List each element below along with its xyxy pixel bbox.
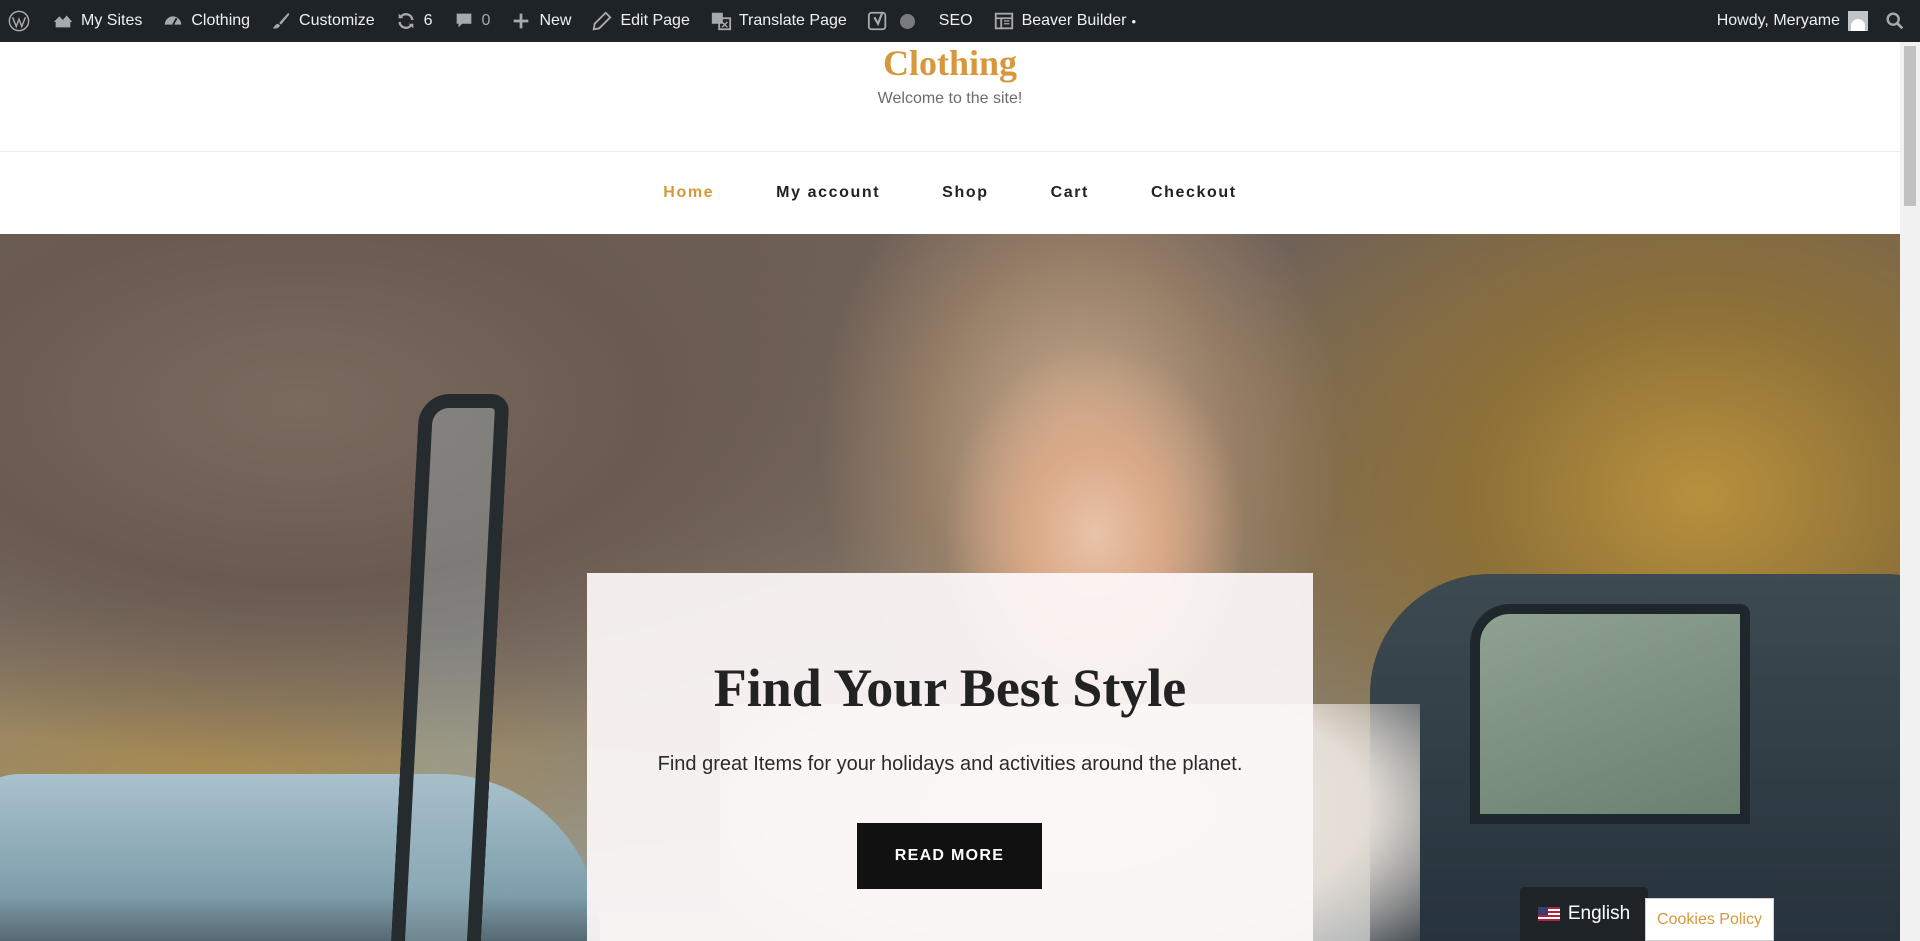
page-scrollbar[interactable]	[1900, 42, 1920, 941]
cookies-policy-link[interactable]: Cookies Policy	[1645, 898, 1774, 941]
hero-subtitle: Find great Items for your holidays and a…	[657, 753, 1243, 775]
read-more-button[interactable]: READ MORE	[857, 823, 1042, 889]
admin-search-button[interactable]	[1878, 0, 1920, 42]
updates-link[interactable]: 6	[385, 0, 443, 42]
comment-icon	[453, 10, 475, 32]
pencil-icon	[591, 10, 613, 32]
search-icon	[1884, 10, 1906, 32]
customize-link[interactable]: Customize	[260, 0, 385, 42]
comments-link[interactable]: 0	[443, 0, 501, 42]
wordpress-logo-button[interactable]	[0, 0, 42, 42]
translate-icon	[710, 10, 732, 32]
translate-page-label: Translate Page	[738, 12, 847, 29]
updates-count: 6	[423, 12, 433, 29]
avatar	[1848, 11, 1868, 31]
seo-menu[interactable]: SEO	[857, 0, 983, 42]
plus-icon	[510, 10, 532, 32]
hero-title: Find Your Best Style	[713, 658, 1187, 718]
seo-label: SEO	[938, 12, 973, 29]
nav-item-checkout[interactable]: Checkout	[1151, 184, 1237, 202]
my-sites-menu[interactable]: My Sites	[42, 0, 152, 42]
translate-page-link[interactable]: Translate Page	[700, 0, 857, 42]
account-menu[interactable]: Howdy, Meryame	[1707, 0, 1878, 42]
hero-card: Find Your Best Style Find great Items fo…	[587, 573, 1313, 941]
beaver-builder-link[interactable]: Beaver Builder •	[983, 0, 1147, 42]
language-switcher[interactable]: English	[1520, 887, 1648, 941]
wordpress-icon	[8, 10, 30, 32]
brush-icon	[270, 10, 292, 32]
howdy-label: Howdy, Meryame	[1716, 12, 1840, 29]
comments-count: 0	[481, 12, 491, 29]
edit-page-label: Edit Page	[620, 12, 690, 29]
site-name-menu[interactable]: Clothing	[152, 0, 260, 42]
sites-icon	[52, 10, 74, 32]
nav-item-shop[interactable]: Shop	[942, 184, 988, 202]
updates-icon	[395, 10, 417, 32]
main-navigation: Home My account Shop Cart Checkout	[0, 152, 1900, 234]
car-hood-shape	[0, 774, 600, 941]
new-label: New	[539, 12, 572, 29]
us-flag-icon	[1537, 907, 1560, 921]
site-header: Clothing Welcome to the site!	[0, 42, 1900, 152]
my-sites-label: My Sites	[81, 12, 143, 29]
admin-bar: My Sites Clothing Customize 6 0 New Edit…	[0, 0, 1920, 42]
dashboard-icon	[162, 10, 184, 32]
language-label: English	[1567, 903, 1631, 924]
nav-item-home[interactable]: Home	[663, 184, 714, 202]
new-content-menu[interactable]: New	[500, 0, 581, 42]
seo-status-dot-icon	[899, 13, 915, 29]
nav-item-cart[interactable]: Cart	[1051, 184, 1089, 202]
nav-item-my-account[interactable]: My account	[776, 184, 880, 202]
scrollbar-thumb[interactable]	[1904, 46, 1916, 206]
site-name-label: Clothing	[191, 12, 251, 29]
edit-page-link[interactable]: Edit Page	[581, 0, 699, 42]
site-tagline: Welcome to the site!	[877, 90, 1023, 107]
car-window-shape	[1470, 604, 1750, 824]
customize-label: Customize	[299, 12, 375, 29]
beaver-builder-icon	[993, 10, 1015, 32]
beaver-builder-dot: •	[1131, 13, 1137, 29]
admin-bar-right: Howdy, Meryame	[1707, 0, 1920, 42]
yoast-icon	[867, 10, 889, 32]
beaver-builder-label: Beaver Builder	[1021, 12, 1127, 29]
site-title[interactable]: Clothing	[0, 42, 1900, 84]
